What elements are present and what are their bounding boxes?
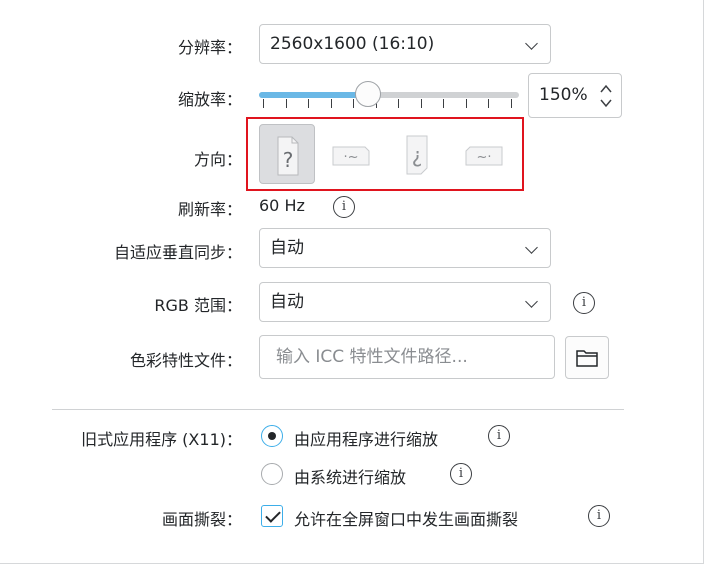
- orientation-glyph: ¿: [412, 143, 423, 167]
- resolution-label: 分辨率：: [177, 38, 242, 57]
- rgb-range-value: 自动: [270, 292, 304, 312]
- chevron-down-icon: [525, 37, 538, 50]
- legacy-system-scaling-label: 由系统进行缩放: [294, 468, 407, 487]
- refresh-value: 60 Hz: [259, 196, 305, 215]
- screen-rotate-left-icon: ·~: [332, 146, 370, 166]
- slider-tick: [330, 99, 332, 108]
- tearing-label: 画面撕裂：: [161, 510, 242, 529]
- rgb-range-label: RGB 范围：: [154, 296, 242, 315]
- legacy-app-scaling-radio[interactable]: [261, 425, 283, 447]
- resolution-value: 2560x1600 (16:10): [270, 34, 435, 54]
- spin-arrows-icon[interactable]: [599, 83, 613, 109]
- section-divider: [52, 409, 624, 410]
- legacy-app-scaling-label: 由应用程序进行缩放: [294, 430, 439, 449]
- orientation-glyph: ~·: [476, 150, 491, 165]
- scale-slider-fill: [259, 92, 369, 98]
- slider-tick: [465, 99, 467, 108]
- orientation-normal-button[interactable]: ?: [259, 124, 315, 184]
- slider-tick: [420, 99, 422, 108]
- info-icon[interactable]: i: [333, 196, 355, 218]
- orientation-glyph: ·~: [343, 150, 358, 165]
- info-icon[interactable]: i: [588, 505, 610, 527]
- scale-slider[interactable]: [259, 92, 519, 98]
- vsync-combo[interactable]: 自动: [259, 228, 551, 268]
- orientation-right-button[interactable]: ~·: [456, 124, 512, 184]
- scale-value: 150%: [539, 85, 588, 105]
- color-profile-input[interactable]: 输入 ICC 特性文件路径...: [259, 335, 555, 379]
- info-icon[interactable]: i: [573, 292, 595, 314]
- legacy-apps-label: 旧式应用程序 (X11)：: [81, 430, 242, 449]
- slider-tick: [398, 99, 399, 108]
- orientation-label: 方向：: [193, 150, 242, 169]
- slider-tick: [510, 99, 512, 108]
- chevron-down-icon: [525, 241, 538, 254]
- slider-tick: [263, 99, 264, 108]
- folder-icon: [576, 350, 598, 367]
- slider-tick: [285, 99, 287, 108]
- slider-tick: [443, 99, 444, 108]
- info-icon[interactable]: i: [488, 425, 510, 447]
- browse-folder-button[interactable]: [565, 336, 609, 379]
- legacy-system-scaling-radio[interactable]: [261, 463, 283, 485]
- info-icon[interactable]: i: [450, 463, 472, 485]
- slider-tick: [488, 99, 489, 108]
- color-profile-label: 色彩特性文件：: [129, 351, 242, 370]
- tearing-checkbox[interactable]: [261, 505, 283, 527]
- orientation-glyph: ?: [283, 148, 294, 172]
- screen-normal-icon: ?: [277, 136, 299, 176]
- slider-tick: [308, 99, 309, 108]
- refresh-label: 刷新率：: [177, 200, 242, 219]
- scale-spinbox[interactable]: 150%: [528, 73, 622, 118]
- scale-slider-handle[interactable]: [355, 81, 382, 107]
- orientation-left-button[interactable]: ·~: [323, 124, 379, 184]
- screen-inverted-icon: ¿: [406, 135, 428, 175]
- orientation-inverted-button[interactable]: ¿: [389, 124, 445, 184]
- chevron-down-icon: [525, 295, 538, 308]
- vsync-value: 自动: [270, 238, 304, 258]
- tearing-option-label: 允许在全屏窗口中发生画面撕裂: [294, 510, 519, 529]
- slider-tick: [353, 99, 354, 108]
- resolution-combo[interactable]: 2560x1600 (16:10): [259, 24, 551, 64]
- screen-rotate-right-icon: ~·: [465, 146, 503, 166]
- vsync-label: 自适应垂直同步：: [113, 243, 242, 262]
- scale-label: 缩放率：: [177, 90, 242, 109]
- rgb-range-combo[interactable]: 自动: [259, 282, 551, 322]
